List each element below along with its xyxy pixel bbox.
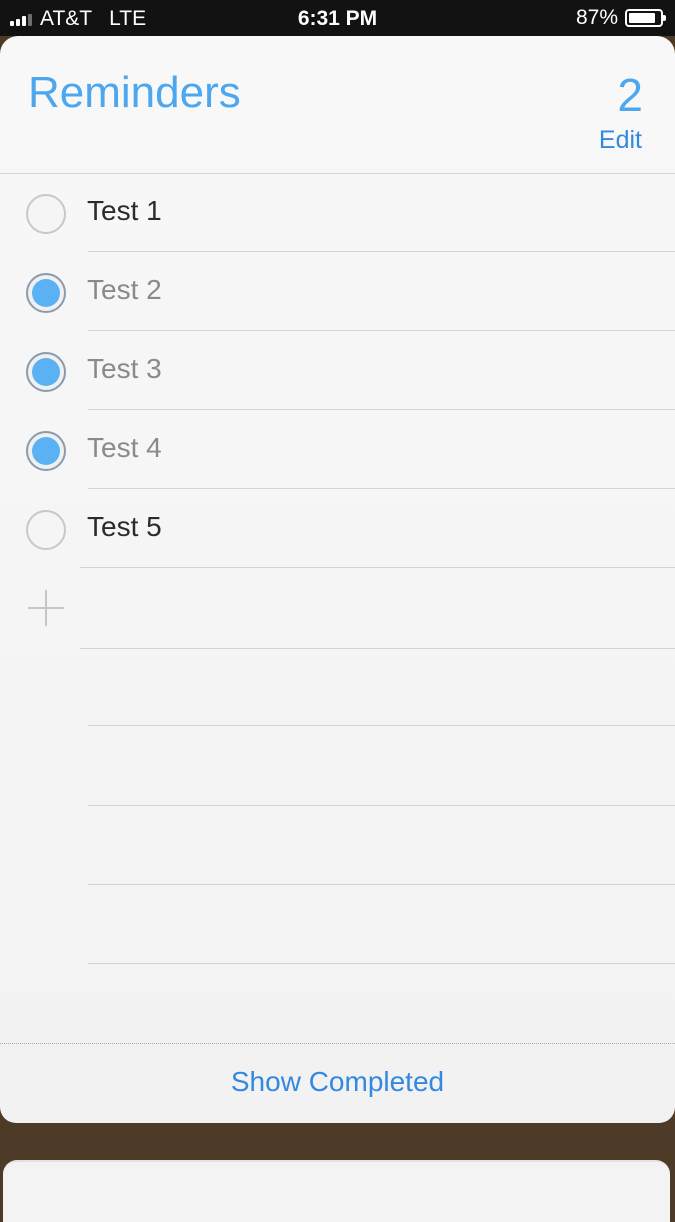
edit-button[interactable]: Edit <box>599 126 642 155</box>
reminder-row[interactable]: Test 2 <box>0 253 675 332</box>
reminder-label[interactable]: Test 1 <box>87 195 162 227</box>
row-separator <box>88 330 675 331</box>
clock: 6:31 PM <box>297 7 378 30</box>
row-separator <box>88 251 675 252</box>
row-separator <box>88 884 675 885</box>
plus-icon[interactable] <box>28 590 64 626</box>
checkbox-circle-icon[interactable] <box>26 510 66 550</box>
checkbox-circle-icon[interactable] <box>26 431 66 471</box>
reminder-row[interactable]: Test 5 <box>0 490 675 569</box>
row-separator <box>80 567 675 568</box>
row-separator <box>80 648 675 649</box>
battery-tip <box>663 15 666 21</box>
checkbox-circle-icon[interactable] <box>26 194 66 234</box>
row-separator <box>88 409 675 410</box>
battery-icon <box>625 9 666 27</box>
battery-percent: 87% <box>575 6 618 29</box>
list-title[interactable]: Reminders <box>28 68 241 118</box>
reminder-label[interactable]: Test 3 <box>87 353 162 385</box>
reminders-list-card: Reminders 2 Edit Test 1 Test 2 Test 3 Te… <box>0 36 675 1123</box>
row-separator <box>88 725 675 726</box>
row-separator <box>88 805 675 806</box>
reminder-row[interactable]: Test 1 <box>0 174 675 253</box>
status-right: 87% <box>575 6 666 30</box>
battery-fill <box>629 13 656 23</box>
row-separator <box>88 488 675 489</box>
reminder-count: 2 <box>617 69 643 121</box>
checkbox-circle-icon[interactable] <box>26 352 66 392</box>
status-bar: AT&T LTE 6:31 PM 87% <box>0 0 675 36</box>
reminder-row[interactable]: Test 4 <box>0 411 675 490</box>
reminder-label[interactable]: Test 4 <box>87 432 162 464</box>
row-separator <box>88 963 675 964</box>
checkbox-circle-icon[interactable] <box>26 273 66 313</box>
reminder-label[interactable]: Test 2 <box>87 274 162 306</box>
show-completed-button[interactable]: Show Completed <box>0 1066 675 1098</box>
reminder-label[interactable]: Test 5 <box>87 511 162 543</box>
next-list-card[interactable] <box>3 1160 670 1222</box>
reminder-row[interactable]: Test 3 <box>0 332 675 411</box>
footer-divider <box>0 1043 675 1044</box>
